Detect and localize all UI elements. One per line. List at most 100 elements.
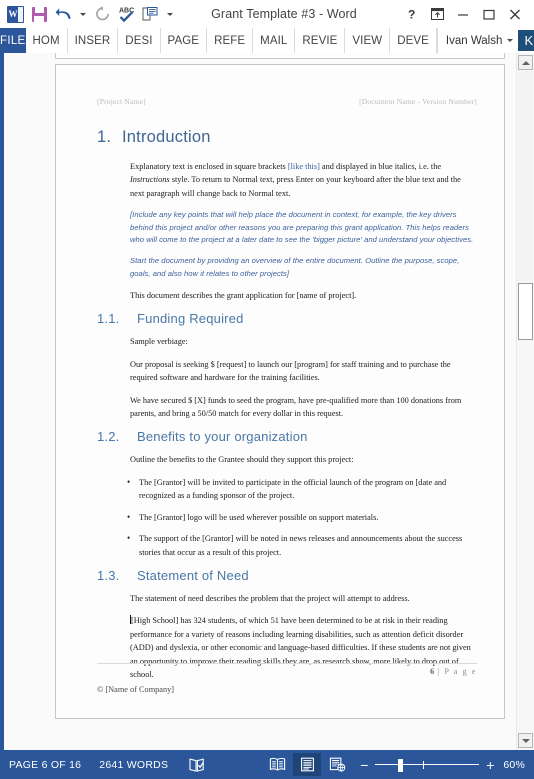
account-area[interactable]: Ivan Walsh K	[436, 28, 534, 53]
footer-copyright: © [Name of Company]	[97, 685, 175, 694]
web-layout-icon	[329, 757, 346, 772]
svg-text:?: ?	[408, 8, 415, 22]
chevron-down-icon	[166, 12, 173, 16]
scroll-down-button[interactable]	[518, 733, 533, 748]
word-count[interactable]: 2641 WORDS	[99, 759, 168, 771]
tab-developer[interactable]: DEVE	[390, 28, 437, 53]
ribbon-display-options-button[interactable]	[424, 1, 450, 27]
proofing-status-button[interactable]	[188, 757, 206, 773]
help-button[interactable]: ?	[398, 1, 424, 27]
vertical-scrollbar[interactable]	[516, 53, 534, 750]
tab-mailings[interactable]: MAIL	[253, 28, 296, 53]
chevron-down-icon	[521, 738, 530, 743]
paragraph-explanatory: Explanatory text is enclosed in square b…	[130, 160, 475, 200]
spelling-grammar-button[interactable]: ABC	[115, 3, 137, 25]
scroll-track-upper[interactable]	[518, 71, 533, 281]
undo-arrow-icon	[55, 7, 71, 19]
minimize-icon	[458, 14, 468, 16]
tab-insert[interactable]: INSER	[68, 28, 119, 53]
footer-divider	[97, 663, 477, 664]
chevron-up-icon	[521, 60, 530, 65]
floppy-disk-icon	[31, 6, 47, 22]
tab-page-layout[interactable]: PAGE	[161, 28, 208, 53]
tab-references[interactable]: REFE	[207, 28, 254, 53]
restore-button[interactable]	[476, 1, 502, 27]
page-status[interactable]: PAGE 6 OF 16	[9, 759, 81, 771]
read-mode-button[interactable]	[263, 753, 291, 776]
quick-access-toolbar: W ABC	[0, 0, 176, 28]
scroll-up-button[interactable]	[518, 55, 533, 70]
header-document-name: [Document Name - Version Number]	[359, 97, 477, 106]
undo-dropdown[interactable]	[76, 3, 89, 25]
tab-view[interactable]: VIEW	[345, 28, 391, 53]
heading-number: 1.2.	[97, 429, 120, 445]
zoom-level[interactable]: 60%	[503, 759, 525, 771]
heading-benefits: 1.2. Benefits to your organization	[97, 429, 477, 444]
status-bar: PAGE 6 OF 16 2641 WORDS − + 60%	[0, 750, 534, 779]
section-funding-body: Sample verbiage: Our proposal is seeking…	[97, 335, 477, 420]
chevron-down-icon[interactable]	[507, 39, 514, 42]
benefits-bullet-list: The [Grantor] will be invited to partici…	[97, 475, 477, 559]
heading-funding-required: 1.1. Funding Required	[97, 311, 477, 326]
tab-design[interactable]: DESI	[118, 28, 161, 53]
document-workspace[interactable]: [Project Name] [Document Name - Version …	[0, 53, 534, 750]
list-item: The [Grantor] logo will be used wherever…	[127, 510, 477, 525]
window-title: Grant Template #3 - Word	[211, 7, 357, 21]
avatar[interactable]: K	[518, 30, 534, 51]
print-preview-icon	[142, 6, 158, 20]
user-name: Ivan Walsh	[445, 34, 503, 47]
page-header: [Project Name] [Document Name - Version …	[97, 97, 477, 106]
redo-button[interactable]	[91, 3, 113, 25]
tab-home[interactable]: HOM	[26, 28, 68, 53]
customize-qat-button[interactable]	[163, 3, 176, 25]
restore-window-icon	[483, 9, 495, 20]
tab-review[interactable]: REVIE	[295, 28, 346, 53]
zoom-slider[interactable]	[375, 758, 480, 772]
page-content: [Project Name] [Document Name - Version …	[97, 97, 477, 691]
title-bar: W ABC Grant Template #3 - Word ?	[0, 0, 534, 28]
undo-button[interactable]	[52, 3, 74, 25]
heading-number: 1.1.	[97, 311, 120, 327]
heading-text: Introduction	[122, 128, 211, 146]
run-4: style. To return to Normal text, press E…	[130, 175, 461, 198]
document-page[interactable]: [Project Name] [Document Name - Version …	[55, 64, 505, 719]
tab-file[interactable]: FILE	[0, 28, 26, 53]
close-button[interactable]	[502, 1, 528, 27]
section-benefits-body: Outline the benefits to the Grantee shou…	[97, 453, 477, 466]
paragraph-describes: This document describes the grant applic…	[130, 290, 357, 300]
run-instructions-style: Instructions	[130, 175, 170, 185]
zoom-slider-thumb[interactable]	[398, 758, 404, 772]
footer-page-word: P a g e	[444, 667, 477, 676]
close-x-icon	[510, 9, 520, 19]
print-preview-button[interactable]	[139, 3, 161, 25]
minimize-button[interactable]	[450, 1, 476, 27]
heading-text: Benefits to your organization	[137, 429, 308, 445]
intro-body: Explanatory text is enclosed in square b…	[97, 160, 477, 302]
redo-arrow-icon	[95, 6, 109, 21]
zoom-control[interactable]: − +	[359, 758, 495, 772]
paragraph: Sample verbiage:	[130, 337, 188, 347]
page-footer: 6 | P a g e © [Name of Company]	[97, 663, 477, 694]
word-logo-icon: W	[4, 3, 26, 25]
zoom-slider-midpoint	[423, 760, 425, 769]
run-2: and displayed in blue italics, i.e. the	[319, 162, 442, 171]
ribbon-tab-strip: FILE HOM INSER DESI PAGE REFE MAIL REVIE…	[0, 28, 534, 53]
print-layout-button[interactable]	[293, 753, 322, 776]
heading-statement-of-need: 1.3. Statement of Need	[97, 568, 477, 583]
save-button[interactable]	[28, 3, 50, 25]
heading-number: 1.3.	[97, 568, 120, 584]
list-item: The [Grantor] will be invited to partici…	[127, 475, 477, 503]
ribbon-options-icon	[430, 8, 444, 20]
zoom-in-button[interactable]: +	[485, 758, 495, 772]
paragraph: We have secured $ [X] funds to seed the …	[130, 395, 462, 418]
footer-page-number: 6 | P a g e	[97, 667, 477, 676]
run-like-this: [like this]	[287, 162, 320, 171]
zoom-out-button[interactable]: −	[359, 758, 369, 772]
scroll-thumb[interactable]	[518, 283, 533, 340]
paragraph-instructions-2: Start the document by providing an overv…	[130, 256, 460, 278]
paragraph: Our proposal is seeking $ [request] to l…	[130, 359, 451, 383]
question-mark-icon: ?	[408, 8, 415, 22]
footer-page-num: 6	[430, 667, 435, 676]
web-layout-button[interactable]	[323, 753, 351, 776]
paragraph: The statement of need describes the prob…	[130, 594, 410, 604]
